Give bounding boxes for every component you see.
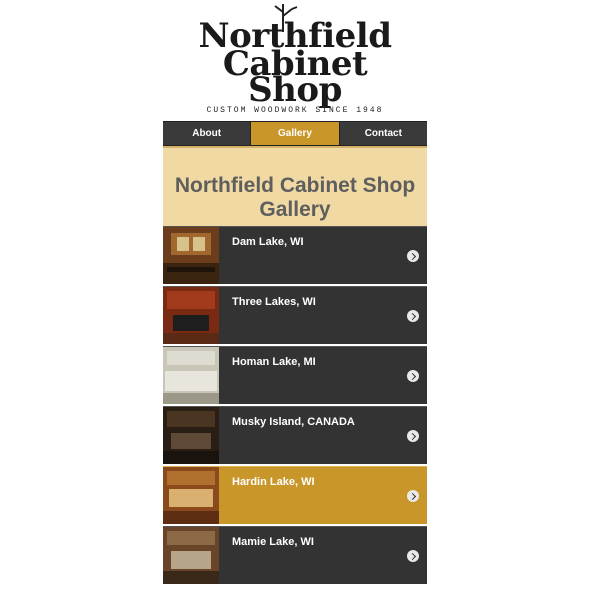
tab-gallery[interactable]: Gallery [251, 122, 340, 145]
list-item-title: Hardin Lake, WI [232, 476, 315, 488]
list-item-title: Musky Island, CANADA [232, 416, 355, 428]
list-item[interactable]: Hardin Lake, WI [163, 466, 427, 524]
list-item-title: Homan Lake, MI [232, 356, 316, 368]
main-nav: About Gallery Contact [163, 121, 427, 146]
tab-gallery-label: Gallery [278, 128, 312, 139]
page-header: Northfield Cabinet Shop Gallery [163, 146, 427, 226]
list-item[interactable]: Homan Lake, MI [163, 346, 427, 404]
chevron-right-icon [407, 430, 419, 442]
thumbnail-image [163, 527, 219, 584]
chevron-right-icon [407, 310, 419, 322]
list-item-title: Three Lakes, WI [232, 296, 316, 308]
thumbnail-image [163, 407, 219, 464]
branch-icon [274, 4, 298, 32]
thumbnail-image [163, 467, 219, 524]
thumbnail-image [163, 287, 219, 344]
tab-contact[interactable]: Contact [340, 122, 427, 145]
list-item[interactable]: Mamie Lake, WI [163, 526, 427, 584]
site-logo[interactable]: Northfield Cabinet Shop Custom woodwork … [163, 0, 427, 121]
list-item-title: Dam Lake, WI [232, 236, 304, 248]
chevron-right-icon [407, 550, 419, 562]
tab-about[interactable]: About [163, 122, 252, 145]
chevron-right-icon [407, 370, 419, 382]
chevron-right-icon [407, 490, 419, 502]
tab-about-label: About [192, 128, 222, 139]
chevron-right-icon [407, 250, 419, 262]
list-item-title: Mamie Lake, WI [232, 536, 314, 548]
thumbnail-image [163, 347, 219, 404]
tab-contact-label: Contact [364, 128, 402, 139]
logo-tagline: Custom woodwork since 1948 [206, 106, 384, 115]
list-item[interactable]: Dam Lake, WI [163, 226, 427, 284]
gallery-list: Dam Lake, WI Three Lakes, WI Homan Lake,… [163, 226, 427, 586]
logo-line-3: Shop [248, 70, 342, 110]
list-item[interactable]: Three Lakes, WI [163, 286, 427, 344]
list-item[interactable]: Musky Island, CANADA [163, 406, 427, 464]
page-title: Northfield Cabinet Shop Gallery [174, 174, 416, 221]
thumbnail-image [163, 227, 219, 284]
